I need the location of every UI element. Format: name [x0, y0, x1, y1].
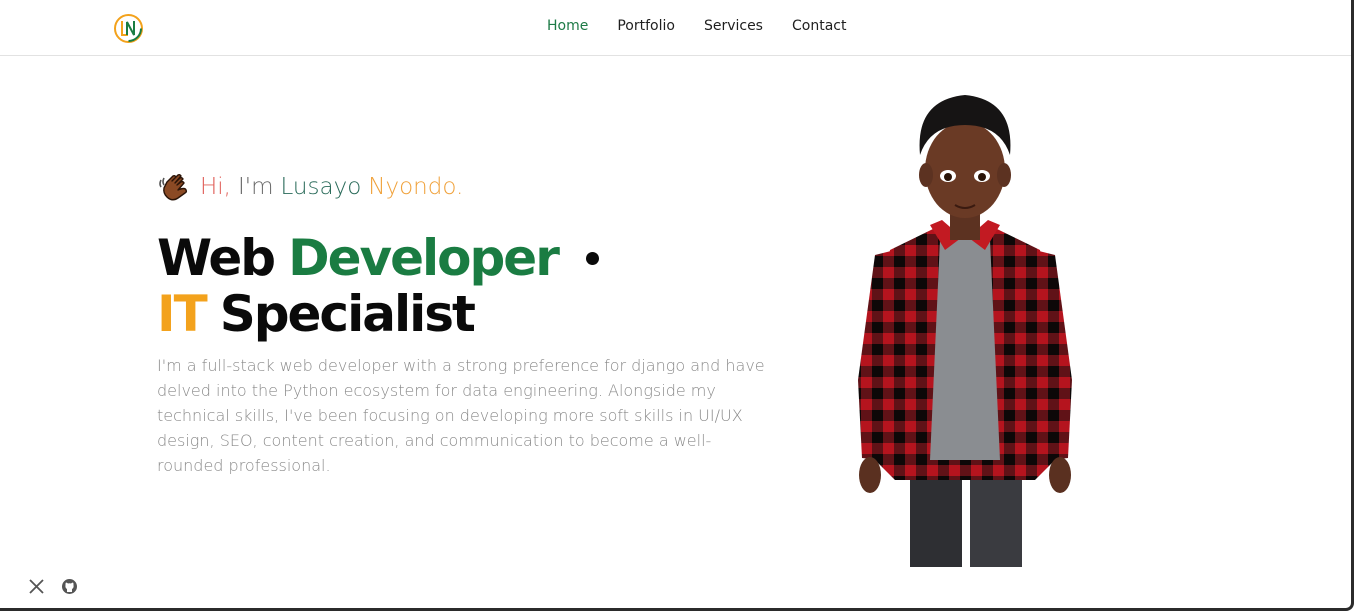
nav-home[interactable]: Home	[547, 18, 588, 34]
hero-description: I'm a full-stack web developer with a st…	[157, 356, 765, 475]
greeting-im: I'm	[238, 173, 274, 200]
site-header: Home Portfolio Services Contact	[0, 0, 1351, 56]
nav-portfolio[interactable]: Portfolio	[617, 18, 675, 34]
title-developer: Developer	[288, 229, 560, 287]
ln-logo-icon[interactable]	[113, 13, 144, 44]
greeting-last-name: Nyondo.	[368, 173, 464, 200]
social-links	[28, 578, 78, 595]
nav-contact[interactable]: Contact	[792, 18, 846, 34]
main-nav: Home Portfolio Services Contact	[547, 18, 846, 34]
hero-title-line-1: Web Developer	[157, 230, 599, 286]
greeting-first-name: Lusayo	[280, 173, 362, 200]
title-web: Web	[157, 229, 276, 287]
title-specialist: Specialist	[219, 285, 476, 343]
x-twitter-icon[interactable]	[28, 578, 45, 595]
nav-services[interactable]: Services	[704, 18, 763, 34]
avatar-illustration	[858, 95, 1072, 567]
greeting: Hi, I'm Lusayo Nyondo.	[158, 170, 463, 203]
title-it: IT	[157, 285, 208, 343]
hero-title-line-2: IT Specialist	[157, 286, 599, 342]
page-frame: Home Portfolio Services Contact Hi, I'm …	[0, 0, 1354, 611]
waving-hand-icon	[159, 173, 188, 201]
typing-dot	[585, 251, 599, 265]
greeting-hi: Hi,	[200, 173, 231, 200]
hero-title: Web Developer IT Specialist	[157, 230, 599, 342]
github-icon[interactable]	[61, 578, 78, 595]
